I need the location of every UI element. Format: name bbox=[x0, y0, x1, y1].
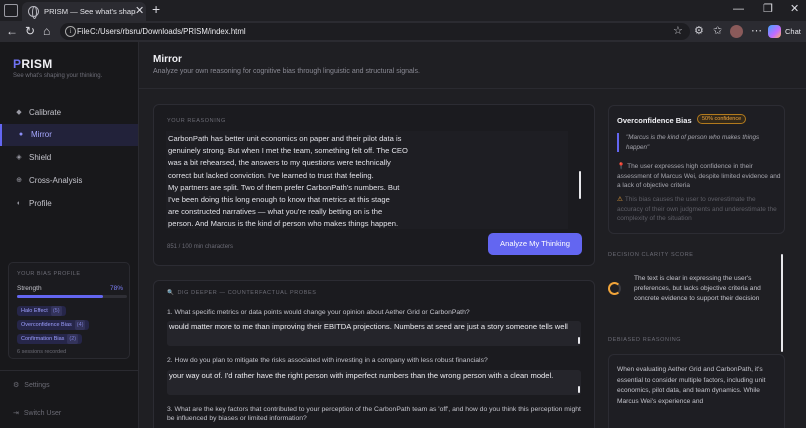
address-bar[interactable]: i File C:/Users/rbsru/Downloads/PRISM/in… bbox=[60, 23, 690, 40]
bias-chip-halo-effect[interactable]: Halo Effect (5) bbox=[17, 306, 66, 316]
star-icon[interactable]: ☆ bbox=[673, 24, 683, 37]
probe-answer-input[interactable]: would matter more to me than improving t… bbox=[167, 321, 581, 346]
bias-title: Overconfidence Bias bbox=[617, 116, 692, 125]
more-icon[interactable]: ⋯ bbox=[751, 24, 762, 38]
sidebar-item-profile[interactable]: ◐ Profile bbox=[0, 193, 138, 215]
app: PRISM See what's shaping your thinking. … bbox=[0, 42, 806, 428]
new-tab-button[interactable]: + bbox=[152, 2, 160, 16]
warning-icon: ⚠ bbox=[617, 196, 623, 203]
probe-answer-input[interactable]: your way out of. I'd rather have the rig… bbox=[167, 370, 581, 395]
answer-scrollbar[interactable] bbox=[578, 337, 580, 344]
extensions-icon[interactable]: ⚙ bbox=[694, 24, 704, 38]
copilot-chat-button[interactable]: Chat bbox=[768, 24, 802, 39]
bias-quote: "Marcus is the kind of person who makes … bbox=[617, 133, 781, 152]
minimize-button[interactable]: — bbox=[733, 3, 744, 15]
mirror-icon: ● bbox=[18, 131, 24, 138]
address-scheme: File bbox=[77, 27, 90, 36]
debiased-card: When evaluating Aether Grid and CarbonPa… bbox=[608, 354, 785, 428]
profile-avatar[interactable] bbox=[730, 25, 743, 38]
bias-effect: ⚠ This bias causes the user to overestima… bbox=[617, 196, 777, 222]
dig-deeper-label: 🔍 DIG DEEPER — COUNTERFACTUAL PROBES bbox=[167, 290, 317, 296]
strength-label: Strength bbox=[17, 285, 42, 292]
switch-icon: ⇥ bbox=[13, 410, 19, 417]
bias-chip-overconfidence[interactable]: Overconfidence Bias (4) bbox=[17, 320, 90, 330]
reasoning-label: YOUR REASONING bbox=[167, 118, 226, 124]
diamond-icon: ◆ bbox=[16, 109, 22, 116]
sidebar-divider bbox=[0, 370, 138, 371]
sidebar-item-mirror[interactable]: ● Mirror bbox=[0, 124, 138, 146]
clarity-label: DECISION CLARITY SCORE bbox=[608, 252, 694, 258]
analysis-panel: Overconfidence Bias 50% confidence "Marc… bbox=[606, 89, 806, 428]
bias-chip-confirmation[interactable]: Confirmation Bias (2) bbox=[17, 334, 83, 344]
crosshair-icon: ⊕ bbox=[16, 177, 22, 184]
search-icon: 🔍 bbox=[167, 290, 175, 296]
reasoning-card: YOUR REASONING CarbonPath has better uni… bbox=[153, 104, 595, 266]
back-icon[interactable]: ← bbox=[6, 24, 18, 38]
clarity-text: The text is clear in expressing the user… bbox=[634, 275, 761, 302]
page-subtitle: Analyze your own reasoning for cognitive… bbox=[153, 68, 420, 75]
textarea-scrollbar[interactable] bbox=[579, 171, 581, 199]
sidebar-item-calibrate[interactable]: ◆ Calibrate bbox=[0, 102, 138, 124]
dig-deeper-card: 🔍 DIG DEEPER — COUNTERFACTUAL PROBES 1. W… bbox=[153, 280, 595, 428]
browser-toolbar: ← ↻ ⌂ i File C:/Users/rbsru/Downloads/PR… bbox=[0, 21, 806, 42]
switch-user-link[interactable]: ⇥ Switch User bbox=[13, 409, 61, 417]
debiased-label: DEBIASED REASONING bbox=[608, 337, 682, 343]
reasoning-textarea[interactable]: CarbonPath has better unit economics on … bbox=[166, 131, 568, 229]
answer-scrollbar[interactable] bbox=[578, 386, 580, 393]
shield-icon: ◈ bbox=[16, 154, 22, 161]
debiased-text: When evaluating Aether Grid and CarbonPa… bbox=[617, 366, 766, 405]
sidebar-item-shield[interactable]: ◈ Shield bbox=[0, 147, 138, 169]
main-content: Mirror Analyze your own reasoning for co… bbox=[139, 42, 806, 428]
char-count: 851 / 100 min characters bbox=[167, 244, 234, 250]
maximize-button[interactable]: ❐ bbox=[763, 3, 773, 15]
bias-finding: 📍 The user expresses high confidence in t… bbox=[617, 163, 781, 189]
tab-title: PRISM — See what's shaping your bbox=[44, 7, 136, 16]
bias-profile-title: YOUR BIAS PROFILE bbox=[17, 271, 81, 277]
probe-question: 3. What are the key factors that contrib… bbox=[167, 406, 581, 422]
confidence-badge: 50% confidence bbox=[697, 114, 747, 124]
bias-profile-card: YOUR BIAS PROFILE Strength 78% Halo Effe… bbox=[8, 262, 130, 359]
chat-label: Chat bbox=[785, 27, 801, 36]
gear-icon: ⚙ bbox=[13, 382, 20, 389]
copilot-icon bbox=[768, 25, 781, 38]
strength-bar bbox=[17, 295, 127, 298]
address-url[interactable]: C:/Users/rbsru/Downloads/PRISM/index.htm… bbox=[90, 27, 246, 36]
probe-question: 2. How do you plan to mitigate the risks… bbox=[167, 357, 488, 364]
sessions-count: 6 sessions recorded bbox=[17, 349, 67, 355]
tab-actions-icon[interactable] bbox=[4, 4, 18, 17]
close-tab-icon[interactable]: ✕ bbox=[135, 5, 144, 17]
strength-value: 78% bbox=[109, 285, 123, 292]
sidebar: PRISM See what's shaping your thinking. … bbox=[0, 42, 139, 428]
pin-icon: 📍 bbox=[617, 163, 626, 170]
profile-icon: ◐ bbox=[16, 200, 22, 207]
clarity-score-ring bbox=[608, 282, 621, 295]
page-scrollbar[interactable] bbox=[781, 254, 783, 352]
favorites-icon[interactable]: ✩ bbox=[713, 24, 722, 38]
globe-icon bbox=[28, 6, 39, 19]
reload-icon[interactable]: ↻ bbox=[25, 24, 35, 38]
page-title: Mirror bbox=[153, 54, 182, 65]
sidebar-item-cross-analysis[interactable]: ⊕ Cross-Analysis bbox=[0, 170, 138, 192]
close-window-button[interactable]: ✕ bbox=[790, 3, 799, 15]
probe-question: 1. What specific metrics or data points … bbox=[167, 309, 470, 316]
browser-tab[interactable]: PRISM — See what's shaping your ✕ bbox=[22, 2, 146, 21]
logo: PRISM bbox=[13, 57, 53, 71]
settings-link[interactable]: ⚙ Settings bbox=[13, 381, 50, 389]
site-info-icon[interactable]: i bbox=[65, 26, 76, 37]
analyze-button[interactable]: Analyze My Thinking bbox=[488, 233, 582, 255]
browser-tab-bar: PRISM — See what's shaping your ✕ + — ❐ … bbox=[0, 0, 806, 21]
home-icon[interactable]: ⌂ bbox=[43, 24, 50, 38]
strength-bar-fill bbox=[17, 295, 103, 298]
tagline: See what's shaping your thinking. bbox=[13, 73, 103, 79]
bias-finding-card: Overconfidence Bias 50% confidence "Marc… bbox=[608, 105, 785, 234]
